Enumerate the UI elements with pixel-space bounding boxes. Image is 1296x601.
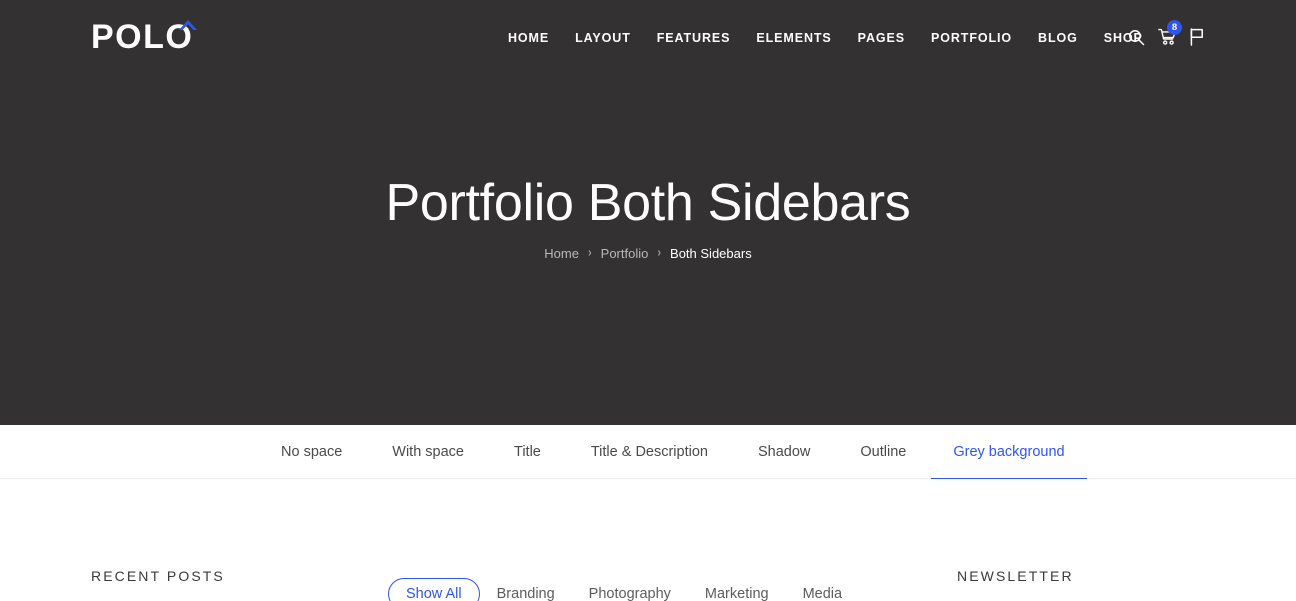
main-navigation: HOME LAYOUT FEATURES ELEMENTS PAGES PORT…: [508, 29, 1156, 47]
portfolio-tabbar: No space With space Title Title & Descri…: [0, 425, 1296, 480]
chevron-right-icon: ›: [587, 246, 592, 260]
flag-icon[interactable]: [1190, 28, 1204, 46]
shopping-cart-icon[interactable]: 8: [1158, 20, 1182, 46]
tab-with-space[interactable]: With space: [367, 425, 489, 479]
tab-shadow[interactable]: Shadow: [733, 425, 835, 479]
breadcrumb-item-portfolio[interactable]: Portfolio: [601, 245, 649, 262]
filter-show-all[interactable]: Show All: [388, 578, 480, 601]
page-title: Portfolio Both Sidebars: [385, 174, 911, 232]
nav-item-portfolio[interactable]: PORTFOLIO: [918, 29, 1025, 47]
search-icon[interactable]: [1128, 29, 1145, 46]
tab-outline[interactable]: Outline: [835, 425, 931, 479]
breadcrumb-item-current: Both Sidebars: [670, 246, 752, 261]
breadcrumb-item-home[interactable]: Home: [544, 245, 579, 262]
filter-marketing[interactable]: Marketing: [688, 578, 786, 601]
portfolio-filter-list: Show All Branding Photography Marketing …: [388, 578, 859, 601]
nav-item-elements[interactable]: ELEMENTS: [743, 29, 844, 47]
tab-title-description[interactable]: Title & Description: [566, 425, 733, 479]
content-area: RECENT POSTS Show All Branding Photograp…: [0, 479, 1296, 601]
chevron-right-icon: ›: [657, 246, 662, 260]
filter-media[interactable]: Media: [786, 578, 860, 601]
cart-count-badge: 8: [1167, 20, 1182, 35]
breadcrumb: Home › Portfolio › Both Sidebars: [0, 245, 1296, 262]
nav-item-features[interactable]: FEATURES: [644, 29, 744, 47]
site-header: POLO HOME LAYOUT FEATURES ELEMENTS PAGES…: [0, 0, 1296, 75]
nav-item-pages[interactable]: PAGES: [845, 29, 918, 47]
nav-item-layout[interactable]: LAYOUT: [562, 29, 644, 47]
page-root: POLO HOME LAYOUT FEATURES ELEMENTS PAGES…: [0, 0, 1296, 601]
tab-title[interactable]: Title: [489, 425, 566, 479]
filter-photography[interactable]: Photography: [572, 578, 688, 601]
tab-grey-background[interactable]: Grey background: [931, 425, 1087, 480]
site-logo[interactable]: POLO: [91, 20, 197, 56]
tab-list: No space With space Title Title & Descri…: [281, 425, 1087, 480]
nav-item-home[interactable]: HOME: [508, 29, 562, 47]
header-icon-group: 8: [1128, 20, 1204, 46]
tab-no-space[interactable]: No space: [281, 425, 367, 479]
recent-posts-heading: RECENT POSTS: [91, 568, 225, 584]
newsletter-heading: NEWSLETTER: [957, 568, 1074, 584]
nav-item-blog[interactable]: BLOG: [1025, 29, 1091, 47]
filter-branding[interactable]: Branding: [480, 578, 572, 601]
